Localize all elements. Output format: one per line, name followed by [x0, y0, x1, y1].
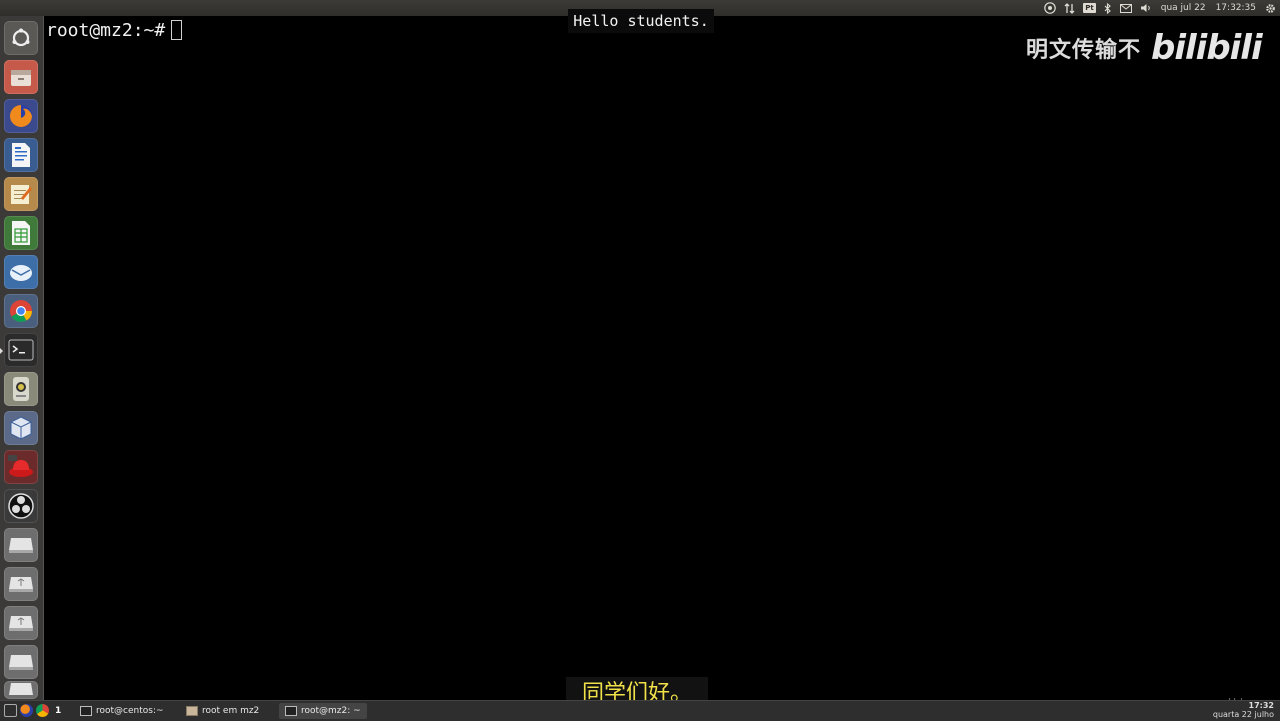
- terminal-prompt: root@mz2:~#: [46, 20, 166, 41]
- taskbar-quicklaunch: 1: [4, 704, 61, 717]
- clock-date: quarta 22 julho: [1212, 710, 1274, 719]
- text-editor-icon[interactable]: [4, 177, 38, 211]
- taskbar-clock[interactable]: 17:32 quarta 22 julho: [1213, 701, 1274, 719]
- terminal-icon: [285, 706, 297, 716]
- panel-time[interactable]: 17:32:35: [1211, 0, 1261, 16]
- chrome-icon[interactable]: [36, 704, 49, 717]
- running-indicator: [0, 348, 3, 354]
- firefox-icon[interactable]: [4, 99, 38, 133]
- indicator-area: Pt qua jul 22 17:32:35: [1040, 0, 1280, 16]
- keyboard-layout-label: Pt: [1083, 3, 1096, 13]
- network-icon[interactable]: [1060, 0, 1079, 16]
- task-label: root@mz2: ~: [301, 706, 361, 716]
- terminal-icon: [80, 706, 92, 716]
- mail-icon[interactable]: [1116, 0, 1136, 16]
- bottom-taskbar: 1 root@centos:~ root em mz2 root@mz2: ~ …: [0, 700, 1280, 721]
- files-icon: [186, 706, 198, 716]
- redhat-icon[interactable]: [4, 450, 38, 484]
- task-label: root em mz2: [202, 706, 260, 716]
- obs-icon[interactable]: [4, 489, 38, 523]
- drive-icon[interactable]: [4, 528, 38, 562]
- clock-time: 17:32: [1248, 701, 1274, 710]
- calc-icon[interactable]: [4, 216, 38, 250]
- virtualbox-icon[interactable]: [4, 411, 38, 445]
- mail-icon[interactable]: [4, 255, 38, 289]
- drive-icon[interactable]: [4, 645, 38, 679]
- workspace-number[interactable]: 1: [55, 706, 61, 716]
- terminal-window[interactable]: root@mz2:~#: [44, 16, 1280, 700]
- system-tool-icon[interactable]: [4, 372, 38, 406]
- bilibili-logo: bilibili: [1151, 28, 1263, 68]
- usb-drive-icon[interactable]: [4, 606, 38, 640]
- terminal-icon[interactable]: [4, 333, 38, 367]
- bilibili-watermark: 明文传输不 bilibili: [1026, 24, 1266, 72]
- usb-drive-icon[interactable]: [4, 567, 38, 601]
- terminal-cursor: [171, 20, 183, 40]
- task-label: root@centos:~: [96, 706, 164, 716]
- drive-icon[interactable]: [4, 681, 38, 699]
- terminal-icon[interactable]: [4, 704, 17, 717]
- obs-tray-icon[interactable]: [1040, 0, 1060, 16]
- watermark-text: 明文传输不: [1026, 38, 1142, 63]
- gear-icon[interactable]: [1261, 0, 1280, 16]
- english-subtitle: Hello students.: [568, 9, 714, 33]
- panel-date[interactable]: qua jul 22: [1156, 0, 1211, 16]
- writer-icon[interactable]: [4, 138, 38, 172]
- taskbar-task-centos[interactable]: root@centos:~: [74, 703, 170, 719]
- taskbar-task-files[interactable]: root em mz2: [180, 703, 265, 719]
- bluetooth-icon[interactable]: [1100, 0, 1116, 16]
- taskbar-task-mz2[interactable]: root@mz2: ~: [279, 703, 367, 719]
- chrome-icon[interactable]: [4, 294, 38, 328]
- terminal-prompt-line: root@mz2:~#: [46, 20, 183, 42]
- firefox-icon[interactable]: [20, 704, 33, 717]
- files-icon[interactable]: [4, 60, 38, 94]
- keyboard-layout-indicator[interactable]: Pt: [1079, 0, 1099, 16]
- volume-icon[interactable]: [1136, 0, 1156, 16]
- launcher: [0, 16, 44, 700]
- ubuntu-dash-icon[interactable]: [4, 21, 38, 55]
